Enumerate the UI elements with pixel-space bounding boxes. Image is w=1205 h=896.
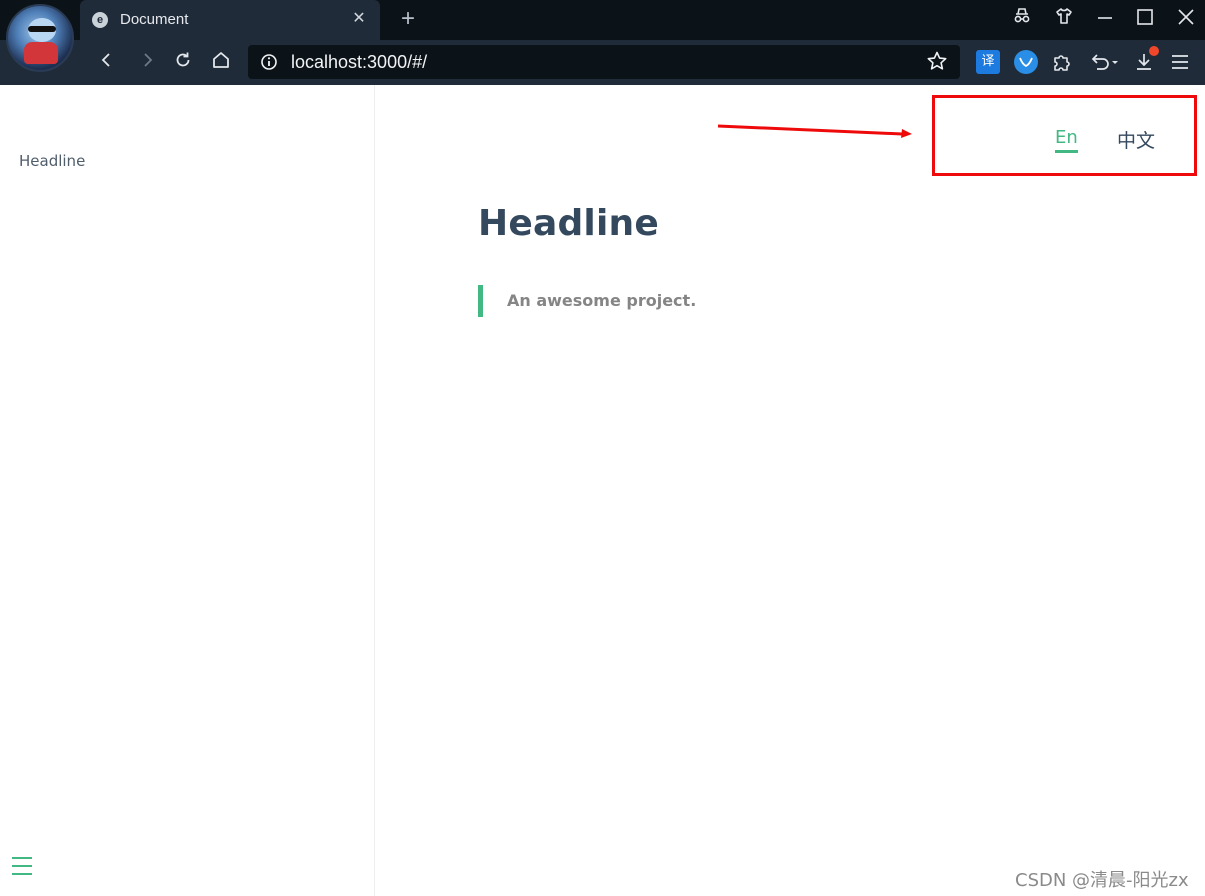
watermark: CSDN @清晨-阳光zx — [1015, 870, 1189, 891]
new-tab-button[interactable]: + — [396, 6, 420, 32]
sidebar-item-headline[interactable]: Headline — [19, 152, 85, 170]
blockquote: An awesome project. — [478, 285, 696, 317]
reload-icon[interactable] — [170, 50, 196, 76]
menu-icon[interactable] — [1168, 50, 1192, 74]
shirt-skin-icon[interactable] — [1050, 6, 1078, 34]
browser-toolbar: localhost:3000/#/ 译 — [0, 40, 1205, 85]
back-icon[interactable] — [94, 50, 120, 76]
shield-extension-icon[interactable] — [1014, 50, 1038, 74]
incognito-icon[interactable] — [1008, 6, 1036, 34]
undo-icon[interactable] — [1088, 50, 1122, 74]
home-icon[interactable] — [208, 50, 234, 76]
extensions-puzzle-icon[interactable] — [1050, 50, 1074, 74]
close-icon[interactable] — [1172, 6, 1200, 34]
translate-icon[interactable]: 译 — [976, 50, 1000, 74]
lang-en-link[interactable]: En — [1055, 127, 1078, 153]
forward-icon[interactable] — [134, 50, 160, 76]
page-title: Headline — [478, 203, 659, 244]
notification-badge — [1149, 46, 1159, 56]
info-icon[interactable] — [260, 53, 278, 71]
maximize-icon[interactable] — [1131, 6, 1159, 34]
lang-zh-link[interactable]: 中文 — [1117, 126, 1155, 153]
annotation-arrow — [717, 124, 912, 138]
download-icon[interactable] — [1132, 46, 1159, 74]
avatar-body — [24, 42, 58, 64]
minimize-icon[interactable] — [1091, 6, 1119, 34]
tab-title: Document — [120, 11, 189, 28]
blockquote-text: An awesome project. — [507, 291, 697, 310]
page-content: Headline En 中文 Headline An awesome proje… — [0, 85, 1205, 896]
main-content: Headline An awesome project. — [478, 203, 1178, 317]
browser-titlebar: e Document ✕ + — [0, 0, 1205, 40]
address-text[interactable]: localhost:3000/#/ — [291, 52, 427, 73]
browser-tab[interactable]: e Document ✕ — [80, 0, 380, 40]
tab-close-icon[interactable]: ✕ — [348, 8, 370, 30]
avatar-glasses — [28, 26, 56, 32]
star-icon[interactable] — [926, 50, 950, 74]
tab-favicon-icon: e — [92, 12, 108, 28]
sidebar: Headline — [0, 85, 375, 896]
user-avatar-icon[interactable] — [6, 4, 74, 72]
sidebar-toggle-icon[interactable] — [12, 857, 34, 877]
address-bar[interactable]: localhost:3000/#/ — [248, 45, 960, 79]
